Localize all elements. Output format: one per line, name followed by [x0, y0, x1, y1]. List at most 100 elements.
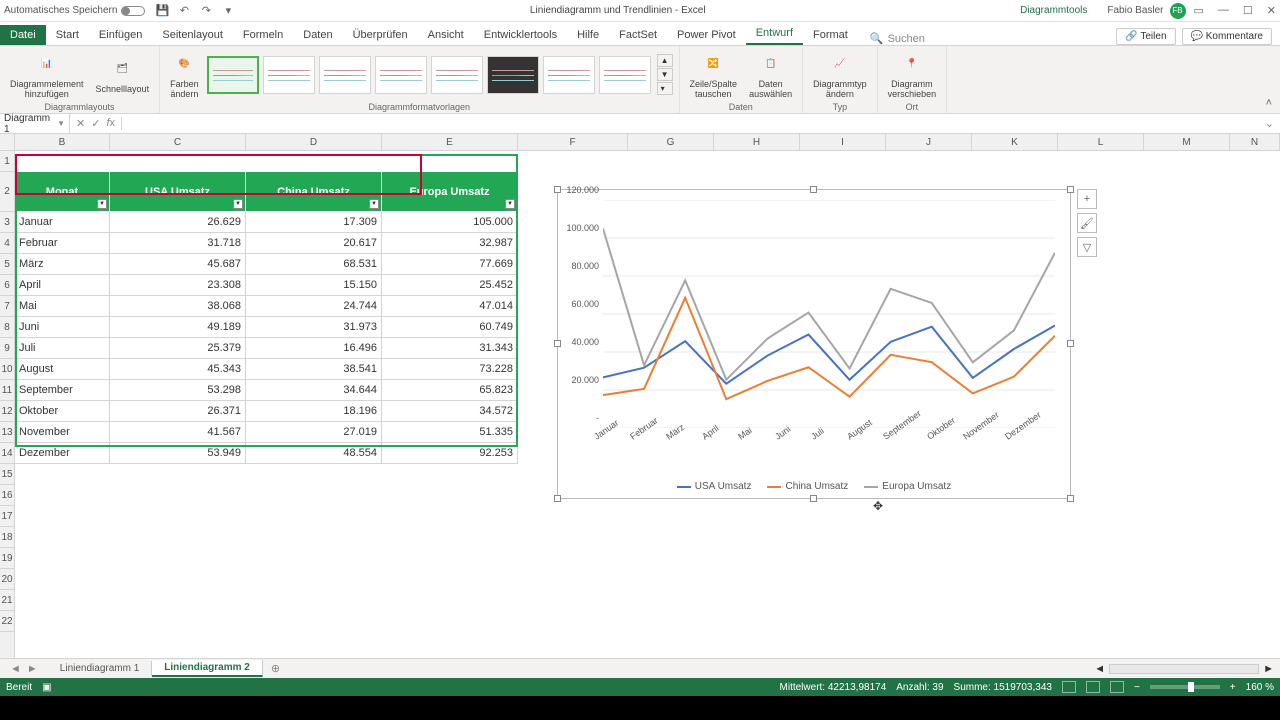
- cell[interactable]: 92.253: [382, 443, 518, 464]
- row-header[interactable]: 5: [0, 254, 14, 275]
- tab-seitenlayout[interactable]: Seitenlayout: [152, 25, 233, 45]
- column-header[interactable]: H: [714, 134, 800, 150]
- cell[interactable]: 31.718: [110, 233, 246, 254]
- table-row[interactable]: November41.56727.01951.335: [15, 422, 518, 443]
- column-header[interactable]: F: [518, 134, 628, 150]
- cell[interactable]: 31.973: [246, 317, 382, 338]
- table-row[interactable]: März45.68768.53177.669: [15, 254, 518, 275]
- macro-record-icon[interactable]: ▣: [42, 682, 51, 693]
- column-header[interactable]: B: [15, 134, 110, 150]
- row-header[interactable]: 20: [0, 569, 14, 590]
- maximize-icon[interactable]: ☐: [1243, 4, 1253, 17]
- cell[interactable]: 27.019: [246, 422, 382, 443]
- qat-customize-icon[interactable]: ▾: [221, 4, 235, 18]
- chart-elements-icon[interactable]: +: [1077, 189, 1097, 209]
- cell[interactable]: 53.298: [110, 380, 246, 401]
- column-header[interactable]: M: [1144, 134, 1230, 150]
- chart-object[interactable]: -20.00040.00060.00080.000100.000120.000 …: [557, 189, 1071, 499]
- table-header[interactable]: Monat▼: [15, 172, 110, 212]
- cell[interactable]: 16.496: [246, 338, 382, 359]
- zoom-out-icon[interactable]: −: [1134, 682, 1140, 693]
- cell[interactable]: 26.371: [110, 401, 246, 422]
- fx-icon[interactable]: fx: [106, 117, 115, 130]
- row-header[interactable]: 15: [0, 464, 14, 485]
- cell[interactable]: 25.452: [382, 275, 518, 296]
- column-header[interactable]: J: [886, 134, 972, 150]
- row-header[interactable]: 3: [0, 212, 14, 233]
- row-header[interactable]: 22: [0, 611, 14, 632]
- quick-layout-button[interactable]: 🗂Schnelllayout: [92, 53, 154, 97]
- cell[interactable]: November: [15, 422, 110, 443]
- cell[interactable]: 26.629: [110, 212, 246, 233]
- cell[interactable]: 25.379: [110, 338, 246, 359]
- minimize-icon[interactable]: —: [1218, 4, 1229, 17]
- column-header[interactable]: L: [1058, 134, 1144, 150]
- legend-item[interactable]: USA Umsatz: [677, 481, 752, 492]
- column-header[interactable]: E: [382, 134, 518, 150]
- table-row[interactable]: Februar31.71820.61732.987: [15, 233, 518, 254]
- column-header[interactable]: C: [110, 134, 246, 150]
- redo-icon[interactable]: ↷: [199, 4, 213, 18]
- row-header[interactable]: 7: [0, 296, 14, 317]
- filter-icon[interactable]: ▼: [369, 199, 379, 209]
- collapse-ribbon-icon[interactable]: ˄: [1258, 93, 1280, 113]
- cancel-formula-icon[interactable]: ✕: [76, 117, 85, 130]
- chart-style-3[interactable]: [319, 56, 371, 94]
- cell[interactable]: Dezember: [15, 443, 110, 464]
- cell[interactable]: Mai: [15, 296, 110, 317]
- cell[interactable]: Februar: [15, 233, 110, 254]
- filter-icon[interactable]: ▼: [505, 199, 515, 209]
- cell[interactable]: 65.823: [382, 380, 518, 401]
- cell[interactable]: Juni: [15, 317, 110, 338]
- cell[interactable]: 18.196: [246, 401, 382, 422]
- row-header[interactable]: 13: [0, 422, 14, 443]
- select-data-button[interactable]: 📋Daten auswählen: [745, 48, 796, 102]
- cell[interactable]: März: [15, 254, 110, 275]
- view-page-layout-icon[interactable]: [1086, 681, 1100, 693]
- style-scroll-down-icon[interactable]: ▼: [657, 68, 673, 81]
- cell[interactable]: 38.068: [110, 296, 246, 317]
- chart-style-6[interactable]: [487, 56, 539, 94]
- cell[interactable]: 68.531: [246, 254, 382, 275]
- tab-daten[interactable]: Daten: [293, 25, 342, 45]
- table-row[interactable]: Dezember53.94948.55492.253: [15, 443, 518, 464]
- chart-style-2[interactable]: [263, 56, 315, 94]
- name-box[interactable]: Diagramm 1▼: [0, 113, 70, 135]
- autosave-toggle[interactable]: Automatisches Speichern: [4, 5, 145, 16]
- tab-formeln[interactable]: Formeln: [233, 25, 293, 45]
- chart-styles-icon[interactable]: 🖌: [1077, 213, 1097, 233]
- column-header[interactable]: I: [800, 134, 886, 150]
- share-button[interactable]: 🔗 Teilen: [1116, 28, 1175, 45]
- chart-style-8[interactable]: [599, 56, 651, 94]
- tab-file[interactable]: Datei: [0, 25, 46, 45]
- enter-formula-icon[interactable]: ✓: [91, 117, 100, 130]
- tab-power pivot[interactable]: Power Pivot: [667, 25, 746, 45]
- row-header[interactable]: 4: [0, 233, 14, 254]
- cell[interactable]: 17.309: [246, 212, 382, 233]
- tab-überprüfen[interactable]: Überprüfen: [343, 25, 418, 45]
- chart-legend[interactable]: USA UmsatzChina UmsatzEuropa Umsatz: [558, 481, 1070, 492]
- row-header[interactable]: 18: [0, 527, 14, 548]
- chart-plot-area[interactable]: [603, 200, 1055, 428]
- tab-format[interactable]: Format: [803, 25, 858, 45]
- zoom-in-icon[interactable]: +: [1230, 682, 1236, 693]
- cell[interactable]: 15.150: [246, 275, 382, 296]
- table-header[interactable]: Europa Umsatz▼: [382, 172, 518, 212]
- cell[interactable]: 48.554: [246, 443, 382, 464]
- hscroll-right-icon[interactable]: ►: [1263, 663, 1274, 675]
- zoom-level[interactable]: 160 %: [1246, 682, 1274, 693]
- worksheet-grid[interactable]: 12345678910111213141516171819202122 BCDE…: [0, 134, 1280, 658]
- table-header[interactable]: China Umsatz▼: [246, 172, 382, 212]
- cell[interactable]: September: [15, 380, 110, 401]
- cell[interactable]: August: [15, 359, 110, 380]
- row-header[interactable]: 17: [0, 506, 14, 527]
- user-account[interactable]: Fabio Basler FB: [1107, 3, 1185, 19]
- cell[interactable]: 23.308: [110, 275, 246, 296]
- table-row[interactable]: Mai38.06824.74447.014: [15, 296, 518, 317]
- change-chart-type-button[interactable]: 📈Diagrammtyp ändern: [809, 48, 871, 102]
- cell[interactable]: 24.744: [246, 296, 382, 317]
- cell[interactable]: Januar: [15, 212, 110, 233]
- hscroll-left-icon[interactable]: ◄: [1094, 663, 1105, 675]
- table-row[interactable]: Juli25.37916.49631.343: [15, 338, 518, 359]
- expand-formula-bar-icon[interactable]: ⌄: [1259, 117, 1280, 130]
